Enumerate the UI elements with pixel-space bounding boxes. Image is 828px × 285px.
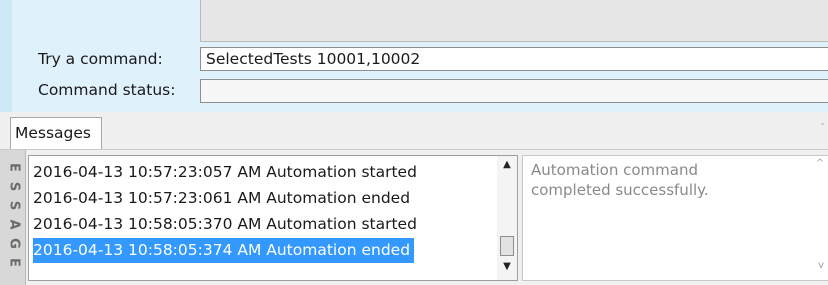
command-panel: Try a command: SelectedTests 10001,10002…	[0, 0, 828, 112]
side-tab-label: E S S A G E	[6, 158, 22, 272]
tab-overflow-icon[interactable]: ˇ	[820, 124, 826, 134]
side-tab-letter: A	[6, 219, 22, 230]
side-tab-letter: G	[6, 238, 22, 249]
scroll-up-icon[interactable]: ▲	[497, 158, 517, 172]
command-input[interactable]: SelectedTests 10001,10002	[200, 47, 828, 71]
try-command-label: Try a command:	[38, 50, 163, 68]
scroll-thumb[interactable]	[500, 236, 514, 256]
command-status-label: Command status:	[38, 81, 176, 99]
side-tab-messages[interactable]: E S S A G E	[0, 150, 26, 285]
side-tab-letter: S	[6, 181, 22, 192]
tab-bar: Messages ˇ	[0, 112, 828, 150]
message-detail-text: Automation command completed successfull…	[531, 161, 709, 199]
side-tab-letter: E	[6, 163, 22, 172]
command-status-field	[200, 79, 828, 103]
tab-messages[interactable]: Messages	[10, 117, 103, 149]
message-detail-panel: Automation command completed successfull…	[522, 155, 828, 281]
message-row[interactable]: 2016-04-13 10:57:23:057 AM Automation st…	[33, 160, 421, 185]
message-row[interactable]: 2016-04-13 10:57:23:061 AM Automation en…	[33, 186, 414, 211]
side-tab-letter: E	[6, 258, 22, 267]
scroll-down-icon[interactable]: ▼	[497, 260, 517, 274]
message-row[interactable]: 2016-04-13 10:58:05:370 AM Automation st…	[33, 212, 421, 237]
message-row-selected[interactable]: 2016-04-13 10:58:05:374 AM Automation en…	[33, 238, 415, 263]
messages-list[interactable]: 2016-04-13 10:57:23:057 AM Automation st…	[28, 155, 518, 281]
detail-scroll-down-icon[interactable]: v	[818, 260, 824, 271]
output-area	[200, 0, 828, 42]
side-tab-letter: S	[6, 200, 22, 211]
detail-scroll-up-icon[interactable]: ^	[816, 158, 824, 169]
panel-left-strip	[0, 0, 12, 112]
messages-scrollbar[interactable]: ▲ ▼	[497, 156, 517, 280]
